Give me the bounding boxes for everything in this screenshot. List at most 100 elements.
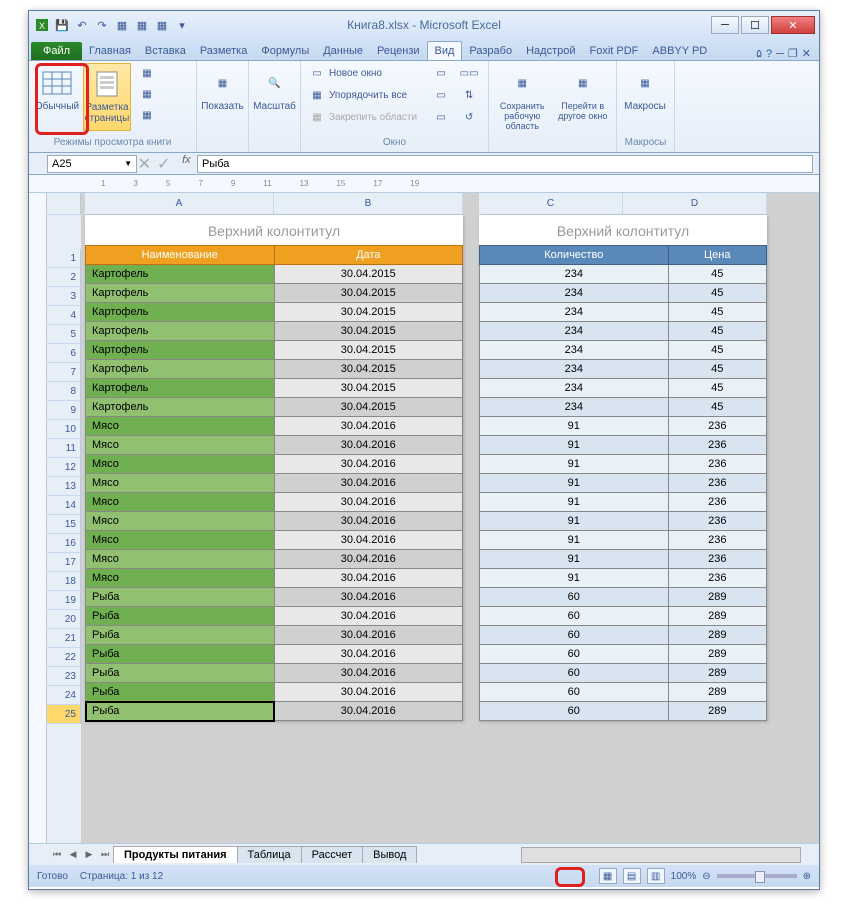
row-header-8[interactable]: 8 — [47, 382, 81, 401]
cell-price[interactable]: 289 — [668, 588, 766, 607]
macros-button[interactable]: ▦ Макросы — [621, 63, 669, 131]
colhead-d[interactable]: D — [623, 193, 767, 215]
zoom-button[interactable]: 🔍 Масштаб — [253, 63, 296, 131]
table-row[interactable]: Мясо30.04.2016 — [86, 436, 463, 455]
name-box[interactable]: A25 ▼ — [47, 155, 137, 173]
row-header-16[interactable]: 16 — [47, 534, 81, 553]
cell-qty[interactable]: 60 — [480, 588, 669, 607]
normal-view-button[interactable]: Обычный — [33, 63, 81, 131]
cell-price[interactable]: 45 — [668, 303, 766, 322]
table-row[interactable]: 91236 — [480, 474, 767, 493]
cell-price[interactable]: 45 — [668, 379, 766, 398]
table-row[interactable]: 60289 — [480, 702, 767, 721]
table-row[interactable]: Картофель30.04.2015 — [86, 360, 463, 379]
table-row[interactable]: 91236 — [480, 550, 767, 569]
doc-restore-icon[interactable]: ❐ — [788, 47, 798, 60]
cell-name[interactable]: Рыба — [86, 664, 275, 683]
table-row[interactable]: 60289 — [480, 664, 767, 683]
cell-price[interactable]: 289 — [668, 683, 766, 702]
cell-name[interactable]: Рыба — [86, 645, 275, 664]
row-header-23[interactable]: 23 — [47, 667, 81, 686]
cell-qty[interactable]: 91 — [480, 531, 669, 550]
cell-date[interactable]: 30.04.2016 — [274, 493, 463, 512]
cell-name[interactable]: Мясо — [86, 455, 275, 474]
show-button[interactable]: ▦ Показать — [201, 63, 244, 131]
row-header-15[interactable]: 15 — [47, 515, 81, 534]
cell-qty[interactable]: 91 — [480, 569, 669, 588]
row-header-20[interactable]: 20 — [47, 610, 81, 629]
cell-price[interactable]: 45 — [668, 360, 766, 379]
table-row[interactable]: 91236 — [480, 417, 767, 436]
resetpos-button[interactable]: ↺ — [457, 107, 481, 127]
cell-date[interactable]: 30.04.2016 — [274, 531, 463, 550]
table-row[interactable]: 23445 — [480, 341, 767, 360]
table-row[interactable]: Мясо30.04.2016 — [86, 417, 463, 436]
cell-date[interactable]: 30.04.2016 — [274, 664, 463, 683]
cell-name[interactable]: Мясо — [86, 417, 275, 436]
row-header-4[interactable]: 4 — [47, 306, 81, 325]
cell-date[interactable]: 30.04.2016 — [274, 474, 463, 493]
table-row[interactable]: 60289 — [480, 683, 767, 702]
normal-view-statusbtn[interactable]: ▦ — [599, 868, 617, 884]
cell-qty[interactable]: 91 — [480, 512, 669, 531]
qat-icon-2[interactable]: ▦ — [133, 16, 151, 34]
cell-name[interactable]: Картофель — [86, 265, 275, 284]
table-row[interactable]: Картофель30.04.2015 — [86, 322, 463, 341]
table-row[interactable]: Мясо30.04.2016 — [86, 474, 463, 493]
cell-price[interactable]: 236 — [668, 455, 766, 474]
cell-date[interactable]: 30.04.2015 — [274, 341, 463, 360]
table-row[interactable]: 91236 — [480, 531, 767, 550]
cell-price[interactable]: 236 — [668, 569, 766, 588]
table-row[interactable]: Мясо30.04.2016 — [86, 550, 463, 569]
cell-name[interactable]: Картофель — [86, 284, 275, 303]
tab-home[interactable]: Главная — [82, 42, 138, 60]
cell-name[interactable]: Рыба — [86, 702, 275, 721]
table-row[interactable]: 60289 — [480, 626, 767, 645]
table-row[interactable]: Мясо30.04.2016 — [86, 569, 463, 588]
sheet-tab-3[interactable]: Вывод — [362, 846, 417, 863]
qat-dropdown-icon[interactable]: ▾ — [173, 16, 191, 34]
close-button[interactable]: ✕ — [771, 16, 815, 34]
row-header-11[interactable]: 11 — [47, 439, 81, 458]
row-header-17[interactable]: 17 — [47, 553, 81, 572]
cell-price[interactable]: 289 — [668, 702, 766, 721]
cell-price[interactable]: 45 — [668, 284, 766, 303]
tab-nav-last[interactable]: ⏭ — [97, 849, 113, 860]
page-header-2[interactable]: Верхний колонтитул — [479, 215, 767, 245]
cell-date[interactable]: 30.04.2015 — [274, 284, 463, 303]
tab-pagelayout[interactable]: Разметка — [193, 42, 255, 60]
table-row[interactable]: Рыба30.04.2016 — [86, 626, 463, 645]
cell-date[interactable]: 30.04.2016 — [274, 626, 463, 645]
cell-name[interactable]: Картофель — [86, 398, 275, 417]
tab-file[interactable]: Файл — [31, 42, 82, 60]
horizontal-scrollbar[interactable] — [521, 847, 801, 863]
cell-price[interactable]: 45 — [668, 341, 766, 360]
tab-nav-next[interactable]: ▶ — [81, 849, 97, 860]
row-header-18[interactable]: 18 — [47, 572, 81, 591]
table-row[interactable]: Рыба30.04.2016 — [86, 702, 463, 721]
cell-date[interactable]: 30.04.2016 — [274, 607, 463, 626]
newwindow-button[interactable]: ▭Новое окно — [305, 63, 421, 83]
colhead-c[interactable]: C — [479, 193, 623, 215]
cell-price[interactable]: 236 — [668, 474, 766, 493]
pagebreak-view-statusbtn[interactable]: ▥ — [647, 868, 665, 884]
pagebreak-button[interactable]: ▦ — [135, 63, 159, 83]
cell-price[interactable]: 45 — [668, 265, 766, 284]
cell-name[interactable]: Мясо — [86, 531, 275, 550]
cell-name[interactable]: Картофель — [86, 303, 275, 322]
table-row[interactable]: 23445 — [480, 265, 767, 284]
sheet-tab-active[interactable]: Продукты питания — [113, 846, 238, 863]
cell-qty[interactable]: 234 — [480, 360, 669, 379]
cell-qty[interactable]: 234 — [480, 284, 669, 303]
table-row[interactable]: 60289 — [480, 645, 767, 664]
cell-name[interactable]: Рыба — [86, 607, 275, 626]
qat-icon-1[interactable]: ▦ — [113, 16, 131, 34]
zoom-out-button[interactable]: ⊖ — [702, 871, 710, 882]
table-row[interactable]: 23445 — [480, 398, 767, 417]
cell-name[interactable]: Мясо — [86, 569, 275, 588]
fx-icon[interactable]: fx — [176, 154, 196, 174]
table-row[interactable]: Рыба30.04.2016 — [86, 683, 463, 702]
cell-name[interactable]: Рыба — [86, 626, 275, 645]
row-header-5[interactable]: 5 — [47, 325, 81, 344]
freeze-button[interactable]: ▦Закрепить области — [305, 107, 421, 127]
